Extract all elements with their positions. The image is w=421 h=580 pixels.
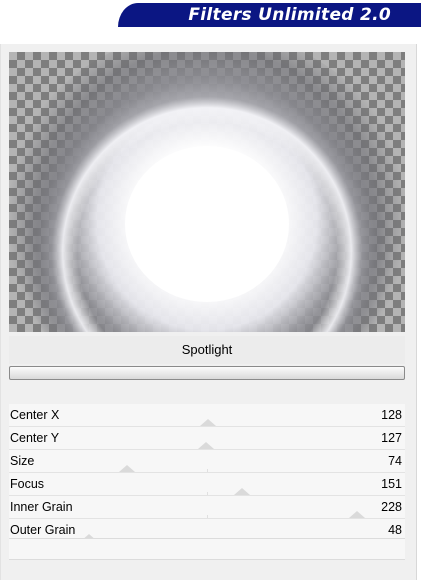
slider-thumb[interactable] bbox=[119, 465, 135, 472]
param-inner-grain[interactable]: Inner Grain 228 bbox=[9, 496, 405, 519]
param-center-y[interactable]: Center Y 127 bbox=[9, 427, 405, 450]
param-slider[interactable] bbox=[9, 488, 405, 495]
preview-image bbox=[9, 52, 405, 332]
info-box bbox=[9, 538, 405, 560]
slider-tick bbox=[207, 469, 208, 472]
param-slider[interactable] bbox=[9, 419, 405, 426]
progress-bar bbox=[9, 366, 405, 380]
param-center-x[interactable]: Center X 128 bbox=[9, 404, 405, 427]
parameter-list: Center X 128 Center Y 127 Size 74 Focus … bbox=[9, 404, 405, 542]
slider-thumb[interactable] bbox=[200, 419, 216, 426]
app-title: Filters Unlimited 2.0 bbox=[188, 5, 391, 25]
param-focus[interactable]: Focus 151 bbox=[9, 473, 405, 496]
param-size[interactable]: Size 74 bbox=[9, 450, 405, 473]
filter-name: Spotlight bbox=[9, 336, 405, 364]
param-slider[interactable] bbox=[9, 442, 405, 449]
slider-thumb[interactable] bbox=[234, 488, 250, 495]
slider-tick bbox=[207, 515, 208, 518]
spotlight-preview bbox=[9, 52, 405, 332]
header: Filters Unlimited 2.0 bbox=[0, 0, 421, 44]
slider-tick bbox=[207, 492, 208, 495]
param-slider[interactable] bbox=[9, 511, 405, 518]
title-banner: Filters Unlimited 2.0 bbox=[118, 3, 421, 27]
slider-thumb[interactable] bbox=[349, 511, 365, 518]
slider-thumb[interactable] bbox=[198, 442, 214, 449]
param-slider[interactable] bbox=[9, 465, 405, 472]
spotlight-core bbox=[125, 146, 289, 302]
